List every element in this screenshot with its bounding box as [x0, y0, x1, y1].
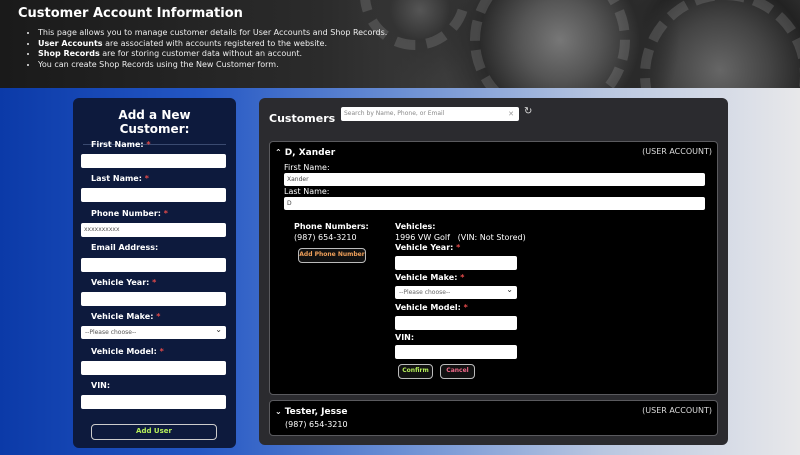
- vehicle-model-input[interactable]: [395, 316, 517, 330]
- gear-decoration: [640, 0, 800, 88]
- customer-name: Tester, Jesse: [284, 407, 348, 417]
- vehicle-make-select[interactable]: --Please choose--: [81, 323, 226, 339]
- customers-panel: Customers Search by Name, Phone, or Emai…: [259, 98, 728, 445]
- account-type-badge: (USER ACCOUNT): [642, 406, 712, 415]
- last-name-field[interactable]: D: [284, 197, 705, 210]
- vin-label: VIN:: [395, 333, 415, 342]
- first-name-input[interactable]: [81, 154, 226, 168]
- phone-number: (987) 654-3210: [285, 420, 348, 429]
- vehicle-year-label: Vehicle Year: *: [395, 243, 461, 252]
- add-phone-number-button[interactable]: Add Phone Number: [298, 248, 366, 263]
- main-area: Add a New Customer: First Name: * Last N…: [0, 88, 800, 455]
- email-label: Email Address:: [91, 243, 159, 252]
- confirm-button[interactable]: Confirm: [398, 364, 433, 379]
- last-name-label: Last Name:: [284, 187, 330, 196]
- customer-name: D, Xander: [284, 148, 336, 158]
- vehicle-info: 1996 VW Golf (VIN: Not Stored): [395, 233, 526, 242]
- vin-label: VIN:: [91, 381, 111, 390]
- vehicle-make-select[interactable]: --Please choose--: [395, 283, 517, 299]
- customer-header[interactable]: ⌄ Tester, Jesse: [275, 407, 347, 417]
- last-name-label: Last Name: *: [91, 174, 149, 183]
- page-title: Customer Account Information: [18, 6, 243, 21]
- page-header: Customer Account Information This page a…: [0, 0, 800, 88]
- vehicle-make-label: Vehicle Make: *: [91, 312, 161, 321]
- cancel-button[interactable]: Cancel: [440, 364, 475, 379]
- vin-input[interactable]: [81, 395, 226, 409]
- info-item: Shop Records are for storing customer da…: [38, 49, 387, 60]
- customer-card: ⌃ D, Xander (USER ACCOUNT) First Name: Xa…: [269, 141, 718, 395]
- phone-number: (987) 654-3210: [294, 233, 357, 242]
- info-item: You can create Shop Records using the Ne…: [38, 60, 387, 71]
- add-user-button[interactable]: Add User: [91, 424, 217, 440]
- email-input[interactable]: [81, 258, 226, 272]
- vehicle-year-input[interactable]: [81, 292, 226, 306]
- refresh-icon[interactable]: ↻: [524, 106, 532, 117]
- vehicle-model-label: Vehicle Model: *: [395, 303, 468, 312]
- phone-label: Phone Number: *: [91, 209, 168, 218]
- chevron-down-icon[interactable]: ⌄: [275, 407, 282, 416]
- customer-header[interactable]: ⌃ D, Xander: [275, 148, 335, 158]
- new-customer-form: Add a New Customer: First Name: * Last N…: [73, 98, 236, 448]
- customer-card[interactable]: ⌄ Tester, Jesse (USER ACCOUNT) (987) 654-…: [269, 400, 718, 436]
- info-item: User Accounts are associated with accoun…: [38, 39, 387, 50]
- vehicle-model-input[interactable]: [81, 361, 226, 375]
- vehicle-year-input[interactable]: [395, 256, 517, 270]
- info-list: This page allows you to manage customer …: [38, 28, 387, 70]
- first-name-label: First Name:: [284, 163, 330, 172]
- phone-input[interactable]: xxxxxxxxxx: [81, 223, 226, 237]
- search-input[interactable]: Search by Name, Phone, or Email ✕: [341, 107, 519, 121]
- last-name-input[interactable]: [81, 188, 226, 202]
- clear-search-icon[interactable]: ✕: [508, 107, 514, 121]
- first-name-field[interactable]: Xander: [284, 173, 705, 186]
- account-type-badge: (USER ACCOUNT): [642, 147, 712, 156]
- info-item: This page allows you to manage customer …: [38, 28, 387, 39]
- vehicle-make-label: Vehicle Make: *: [395, 273, 465, 282]
- vehicle-model-label: Vehicle Model: *: [91, 347, 164, 356]
- customers-title: Customers: [269, 112, 336, 125]
- phone-numbers-label: Phone Numbers:: [294, 222, 369, 231]
- first-name-label: First Name: *: [91, 140, 151, 149]
- vin-input[interactable]: [395, 345, 517, 359]
- chevron-up-icon[interactable]: ⌃: [275, 148, 282, 157]
- vehicles-label: Vehicles:: [395, 222, 436, 231]
- vehicle-year-label: Vehicle Year: *: [91, 278, 157, 287]
- gear-decoration: [470, 0, 630, 88]
